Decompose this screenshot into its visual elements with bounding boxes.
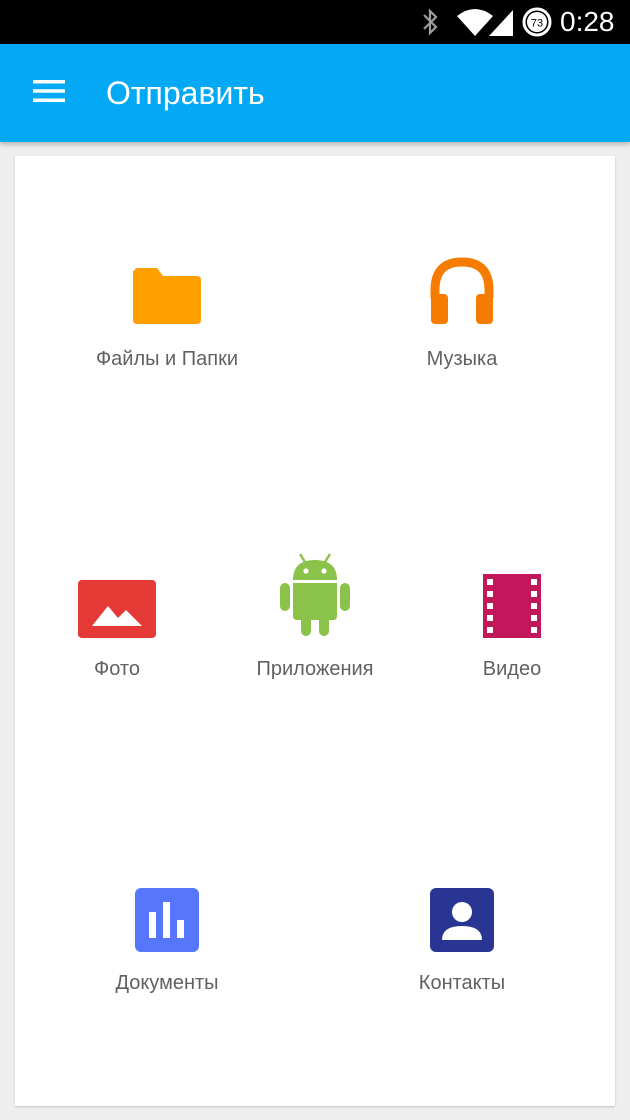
hamburger-menu-icon bbox=[33, 79, 65, 108]
category-video[interactable]: Видео bbox=[422, 566, 602, 681]
category-label: Приложения bbox=[256, 658, 374, 680]
category-documents[interactable]: Документы bbox=[77, 882, 257, 995]
category-label: Файлы и Папки bbox=[95, 348, 239, 370]
page-title: Отправить bbox=[106, 74, 265, 111]
contact-icon bbox=[430, 882, 494, 952]
battery-icon: 73 bbox=[521, 0, 553, 44]
category-files-folders[interactable]: Файлы и Папки bbox=[77, 252, 257, 371]
folder-icon bbox=[131, 252, 203, 326]
category-apps[interactable]: Приложения bbox=[225, 553, 405, 681]
category-music[interactable]: Музыка bbox=[372, 252, 552, 371]
menu-button[interactable] bbox=[18, 64, 80, 122]
category-label: Контакты bbox=[418, 972, 506, 994]
bluetooth-icon bbox=[418, 0, 442, 44]
battery-level-text: 73 bbox=[531, 18, 543, 30]
android-icon bbox=[278, 553, 352, 638]
category-contacts[interactable]: Контакты bbox=[372, 882, 552, 995]
app-bar: Отправить bbox=[0, 44, 630, 142]
category-label: Видео bbox=[482, 658, 542, 680]
category-label: Музыка bbox=[426, 348, 498, 370]
category-photo[interactable]: Фото bbox=[27, 566, 207, 681]
headphones-icon bbox=[429, 252, 495, 326]
status-bar: 73 0:28 bbox=[0, 0, 630, 44]
category-card: Файлы и Папки Музыка Фото Приложения Вид… bbox=[15, 156, 615, 1106]
photo-icon bbox=[78, 566, 156, 638]
category-label: Документы bbox=[115, 972, 219, 994]
film-icon bbox=[483, 566, 541, 638]
cellular-signal-icon bbox=[487, 0, 515, 44]
category-label: Фото bbox=[94, 658, 140, 680]
document-chart-icon bbox=[135, 882, 199, 952]
clock: 0:28 bbox=[560, 6, 615, 37]
